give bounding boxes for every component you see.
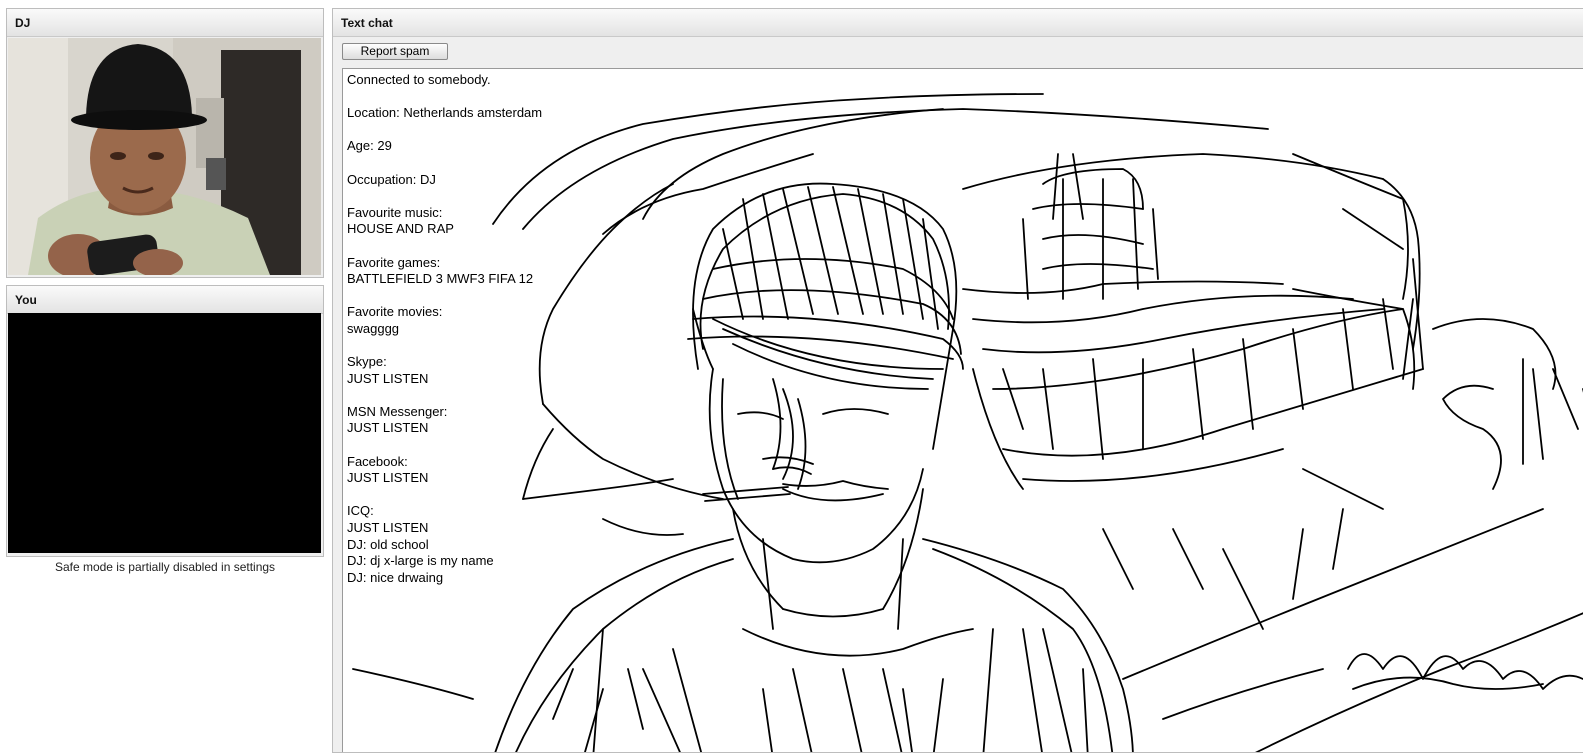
chat-line-dj-message-1: DJ: old school	[347, 536, 429, 552]
text-chat-panel: Text chat Report spam Connected to someb…	[332, 8, 1583, 753]
self-video-panel: You	[6, 285, 324, 557]
chat-line-age: Age: 29	[347, 138, 392, 154]
chat-messages: Connected to somebody. Location: Netherl…	[347, 72, 542, 586]
report-spam-button[interactable]: Report spam	[342, 43, 448, 60]
chat-line-facebook-value: JUST LISTEN	[347, 470, 429, 486]
chat-line-skype-value: JUST LISTEN	[347, 370, 429, 386]
safe-mode-note: Safe mode is partially disabled in setti…	[54, 560, 276, 574]
chat-line-location: Location: Netherlands amsterdam	[347, 105, 543, 121]
self-webcam-feed	[8, 313, 321, 553]
chat-line-dj-message-3: DJ: nice drwaing	[347, 569, 444, 585]
stranger-video-panel: DJ	[6, 8, 324, 278]
chat-line-icq-label: ICQ:	[347, 503, 374, 519]
chat-line-music-value: HOUSE AND RAP	[347, 221, 454, 237]
stranger-panel-title: DJ	[7, 9, 323, 37]
chat-line-icq-value: JUST LISTEN	[347, 520, 429, 536]
chat-log-area[interactable]: Connected to somebody. Location: Netherl…	[342, 68, 1583, 752]
chat-line-dj-message-2: DJ: dj x-large is my name	[347, 553, 494, 569]
chat-line-music-label: Favourite music:	[347, 204, 443, 220]
chat-line-occupation: Occupation: DJ	[347, 171, 436, 187]
stranger-webcam-image	[8, 38, 321, 275]
chat-line-movies-value: swagggg	[347, 320, 400, 336]
stranger-webcam-feed	[8, 38, 321, 275]
self-panel-title: You	[7, 286, 323, 314]
chat-line-connected: Connected to somebody.	[347, 72, 491, 87]
chat-line-msn-label: MSN Messenger:	[347, 403, 448, 419]
chat-line-msn-value: JUST LISTEN	[347, 420, 429, 436]
text-chat-title: Text chat	[333, 9, 1583, 37]
chat-line-skype-label: Skype:	[347, 354, 387, 370]
chat-line-games-value: BATTLEFIELD 3 MWF3 FIFA 12	[347, 271, 534, 287]
chat-line-facebook-label: Facebook:	[347, 453, 408, 469]
chat-line-games-label: Favorite games:	[347, 254, 441, 270]
chat-line-movies-label: Favorite movies:	[347, 304, 443, 320]
